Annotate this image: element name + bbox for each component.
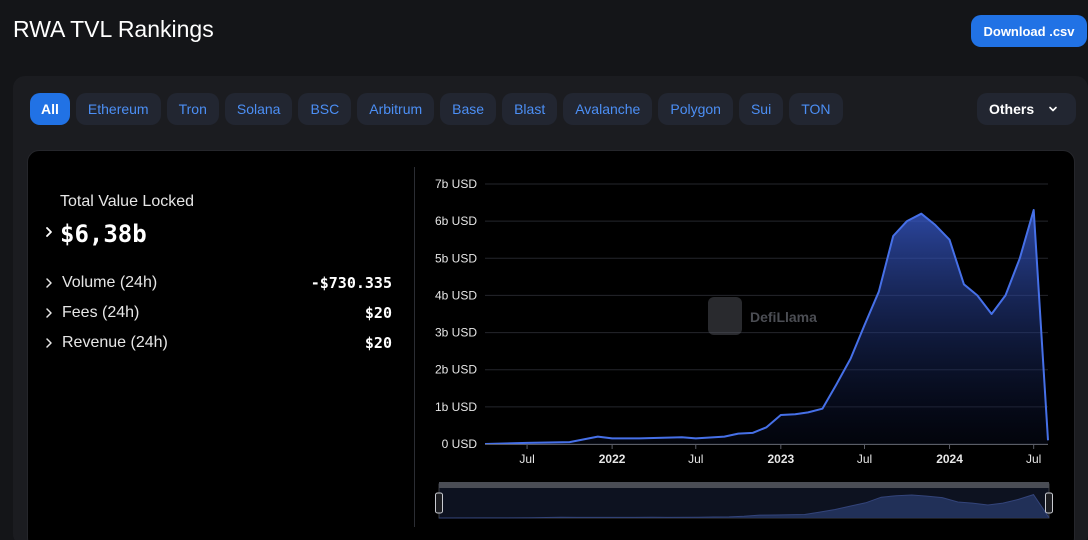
chevron-right-icon bbox=[46, 308, 52, 318]
chain-tab-polygon[interactable]: Polygon bbox=[658, 93, 733, 125]
tvl-label: Total Value Locked bbox=[60, 193, 195, 210]
chevron-right-icon bbox=[46, 338, 52, 348]
tvl-value: $6,38b bbox=[60, 220, 147, 248]
stat-label: Revenue (24h) bbox=[62, 334, 168, 351]
chain-tab-solana[interactable]: Solana bbox=[224, 93, 293, 125]
rankings-panel: All Ethereum Tron Solana BSC Arbitrum Ba… bbox=[13, 76, 1088, 540]
chevron-down-icon bbox=[1049, 106, 1057, 112]
stats-column: Total Value Locked $6,38b Volume (24h) -… bbox=[28, 151, 414, 540]
chart-card: Total Value Locked $6,38b Volume (24h) -… bbox=[27, 150, 1075, 540]
others-dropdown[interactable]: Others bbox=[977, 93, 1076, 125]
download-csv-button[interactable]: Download .csv bbox=[971, 15, 1087, 47]
chain-tab-all[interactable]: All bbox=[30, 93, 70, 125]
stat-row-revenue[interactable]: Revenue (24h) $20 bbox=[44, 332, 392, 354]
chain-tab-arbitrum[interactable]: Arbitrum bbox=[357, 93, 435, 125]
chevron-right-icon[interactable] bbox=[44, 225, 54, 239]
chain-tab-tron[interactable]: Tron bbox=[166, 93, 219, 125]
page-title: RWA TVL Rankings bbox=[13, 16, 214, 42]
stat-value: $20 bbox=[364, 304, 392, 322]
stat-value: -$730.335 bbox=[310, 274, 392, 292]
stat-label: Fees (24h) bbox=[62, 304, 140, 321]
chain-tab-sui[interactable]: Sui bbox=[738, 93, 784, 125]
stat-label: Volume (24h) bbox=[62, 274, 158, 291]
stat-row-volume[interactable]: Volume (24h) -$730.335 bbox=[44, 272, 392, 294]
chain-tab-base[interactable]: Base bbox=[440, 93, 497, 125]
others-label: Others bbox=[989, 101, 1035, 117]
stat-value: $20 bbox=[364, 334, 392, 352]
stat-row-fees[interactable]: Fees (24h) $20 bbox=[44, 302, 392, 324]
chain-tab-ton[interactable]: TON bbox=[789, 93, 843, 125]
chain-tabs: All Ethereum Tron Solana BSC Arbitrum Ba… bbox=[30, 93, 843, 125]
chain-tab-blast[interactable]: Blast bbox=[502, 93, 558, 125]
chevron-right-icon bbox=[46, 278, 52, 288]
chain-tab-bsc[interactable]: BSC bbox=[298, 93, 352, 125]
chain-tab-ethereum[interactable]: Ethereum bbox=[75, 93, 161, 125]
column-divider bbox=[414, 167, 415, 527]
chain-tab-avalanche[interactable]: Avalanche bbox=[563, 93, 653, 125]
